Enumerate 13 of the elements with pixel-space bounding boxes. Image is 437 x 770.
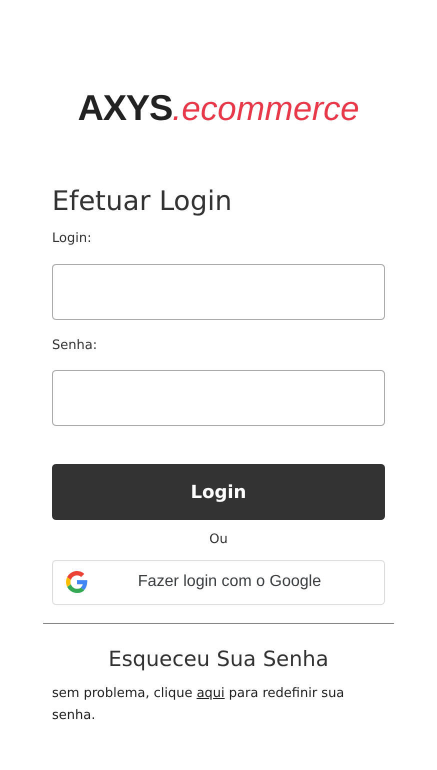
google-icon bbox=[66, 571, 88, 593]
reset-password-text: sem problema, clique aqui para redefinir sua senha. bbox=[52, 685, 346, 725]
logo: AXYS.ecommerce bbox=[78, 90, 360, 126]
section-title: Esqueceu Sua Senha bbox=[107, 646, 330, 672]
google-login-button[interactable]: Fazer login com o Google bbox=[52, 560, 385, 604]
field-label: Login: bbox=[52, 230, 92, 248]
field-label: Senha: bbox=[52, 336, 98, 354]
input-field[interactable] bbox=[52, 264, 385, 320]
input-field[interactable] bbox=[52, 370, 385, 426]
reset-link[interactable]: aqui bbox=[196, 686, 225, 701]
login-button[interactable]: Login bbox=[52, 464, 385, 520]
separator-text: Ou bbox=[209, 531, 228, 549]
page-title: Efetuar Login bbox=[52, 188, 233, 215]
